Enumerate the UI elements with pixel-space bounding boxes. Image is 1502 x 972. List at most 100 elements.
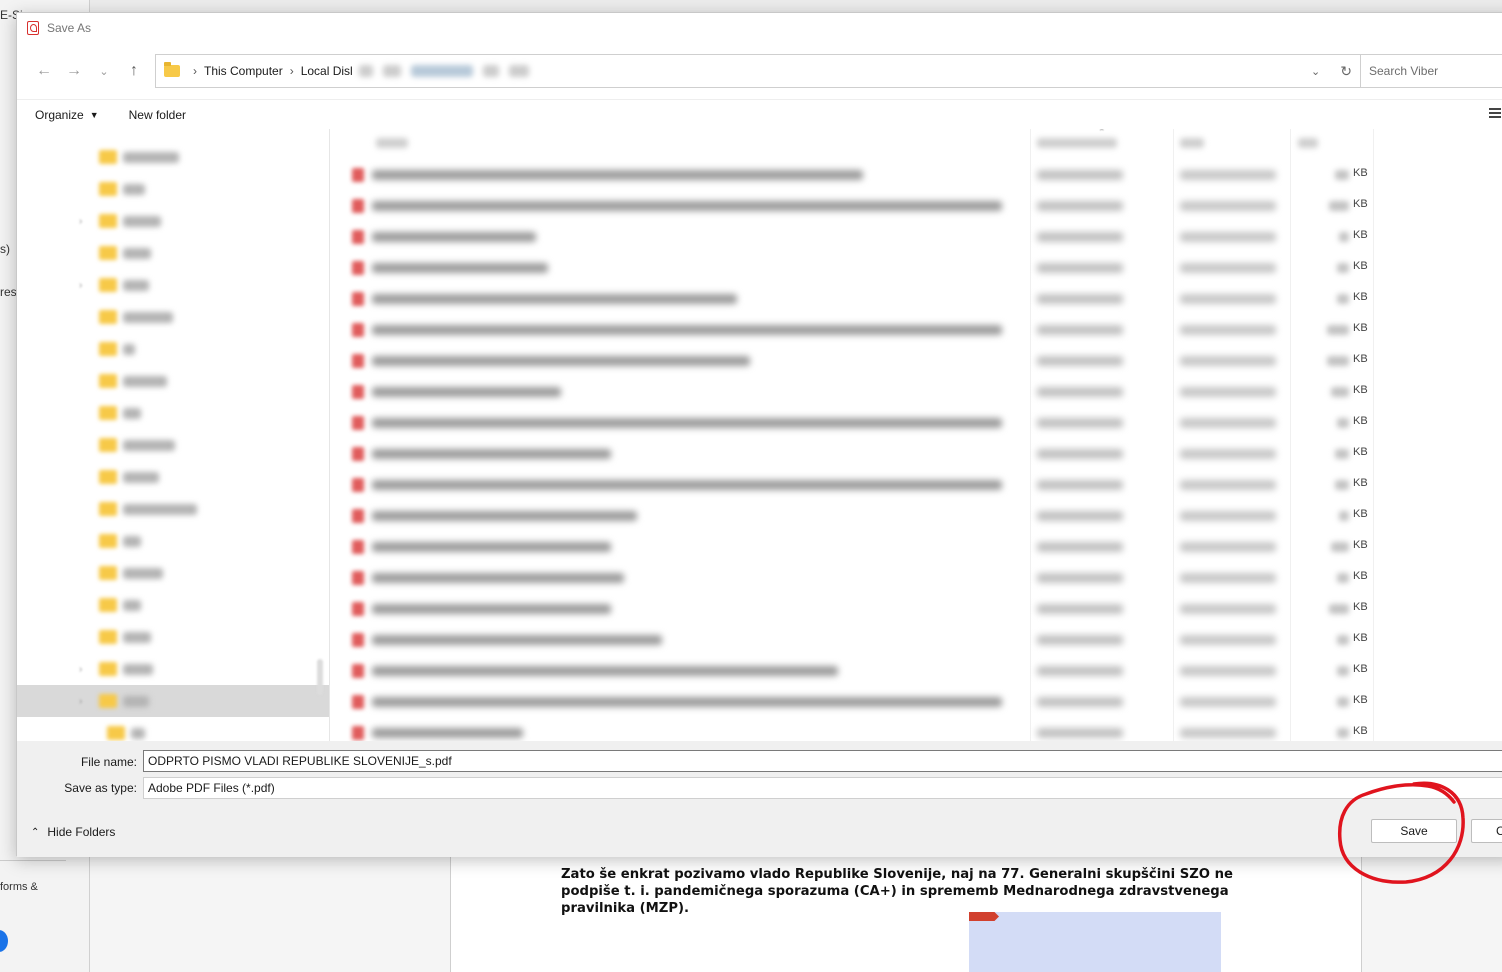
nav-tree-item[interactable]: ›: [17, 205, 329, 237]
pane-resize-handle[interactable]: [317, 659, 323, 695]
nav-tree-label: [123, 631, 151, 643]
dialog-titlebar[interactable]: Save As: [17, 13, 1502, 43]
nav-tree-item[interactable]: [17, 173, 329, 205]
column-header-name[interactable]: [376, 138, 408, 148]
blurred-crumb[interactable]: [508, 65, 529, 77]
up-arrow-icon[interactable]: ↑: [119, 56, 149, 86]
organize-button[interactable]: Organize ▼: [35, 108, 99, 122]
back-arrow-icon[interactable]: ←: [29, 56, 59, 86]
file-row[interactable]: KB: [330, 469, 1502, 500]
file-row[interactable]: KB: [330, 221, 1502, 252]
nav-tree-label: [123, 695, 149, 707]
blurred-crumb[interactable]: [482, 65, 499, 77]
background-panel-text[interactable]: forms &: [0, 881, 38, 893]
nav-tree-item[interactable]: ›: [17, 269, 329, 301]
file-size-unit: KB: [1353, 353, 1368, 365]
nav-tree-item[interactable]: [17, 141, 329, 173]
file-size-unit: KB: [1353, 632, 1368, 644]
file-type: [1180, 263, 1276, 273]
nav-tree-item[interactable]: [17, 461, 329, 493]
save-as-type-select[interactable]: Adobe PDF Files (*.pdf): [143, 777, 1502, 799]
file-row[interactable]: KB: [330, 624, 1502, 655]
cancel-button[interactable]: C: [1471, 819, 1502, 843]
file-size-unit: KB: [1353, 601, 1368, 613]
file-row[interactable]: KB: [330, 283, 1502, 314]
file-row[interactable]: KB: [330, 252, 1502, 283]
dialog-title: Save As: [47, 21, 92, 35]
file-row[interactable]: KB: [330, 562, 1502, 593]
nav-tree-item[interactable]: [17, 397, 329, 429]
column-header-size[interactable]: [1298, 138, 1318, 148]
blurred-crumb[interactable]: [358, 65, 373, 77]
folder-icon: [107, 726, 125, 740]
file-row[interactable]: KB: [330, 345, 1502, 376]
breadcrumb-local-disk[interactable]: Local Disl: [301, 64, 353, 78]
nav-tree-item[interactable]: [17, 525, 329, 557]
nav-tree-item[interactable]: ›: [17, 653, 329, 685]
navigation-pane[interactable]: › › › ›: [17, 129, 329, 741]
document-paragraph: Zato še enkrat pozivamo vlado Republike …: [561, 867, 1233, 916]
file-list[interactable]: ⌃ KB KB KB KB KB KB KB KB KB KB KB KB KB KB KB KB KB KB KB: [330, 129, 1502, 741]
forward-arrow-icon[interactable]: →: [59, 56, 89, 86]
nav-tree-item[interactable]: [17, 493, 329, 525]
tree-expand-chevron-icon[interactable]: ›: [79, 216, 82, 227]
file-row[interactable]: KB: [330, 655, 1502, 686]
hide-folders-label: Hide Folders: [47, 825, 116, 839]
nav-tree-item[interactable]: [17, 365, 329, 397]
file-type: [1180, 542, 1276, 552]
search-box[interactable]: [1360, 54, 1502, 88]
tree-expand-chevron-icon[interactable]: ›: [79, 664, 82, 675]
file-row[interactable]: KB: [330, 531, 1502, 562]
save-as-dialog: Save As ← → ⌄ ↑ › This Computer › Local …: [16, 12, 1502, 857]
nav-tree-item[interactable]: [17, 429, 329, 461]
blurred-crumb[interactable]: [410, 65, 473, 77]
file-row[interactable]: KB: [330, 190, 1502, 221]
nav-tree-item[interactable]: [17, 557, 329, 589]
hide-folders-button[interactable]: ⌃ Hide Folders: [31, 825, 115, 839]
column-header-date-modified[interactable]: [1037, 138, 1117, 148]
file-row[interactable]: KB: [330, 500, 1502, 531]
nav-tree-label: [123, 311, 173, 323]
pdf-file-icon: [352, 540, 364, 554]
blurred-crumb[interactable]: [382, 65, 401, 77]
tree-expand-chevron-icon[interactable]: ›: [79, 696, 82, 707]
view-options-icon[interactable]: [1489, 108, 1501, 118]
file-name: [372, 480, 1002, 490]
file-name: [372, 542, 611, 552]
file-date: [1037, 728, 1123, 738]
tree-expand-chevron-icon[interactable]: ›: [79, 280, 82, 291]
nav-tree-label: [131, 727, 145, 739]
file-row[interactable]: KB: [330, 407, 1502, 438]
filename-input[interactable]: [143, 750, 1502, 772]
search-input[interactable]: [1369, 64, 1502, 78]
file-name: [372, 604, 611, 614]
nav-tree-item[interactable]: [17, 621, 329, 653]
address-bar[interactable]: › This Computer › Local Disl ⌄ ↻: [155, 54, 1365, 88]
file-row[interactable]: KB: [330, 686, 1502, 717]
nav-tree-item[interactable]: [17, 237, 329, 269]
file-row[interactable]: KB: [330, 314, 1502, 345]
file-row[interactable]: KB: [330, 717, 1502, 741]
file-row[interactable]: KB: [330, 159, 1502, 190]
pdf-file-icon: [352, 416, 364, 430]
nav-tree-item[interactable]: ›: [17, 685, 329, 717]
file-type: [1180, 728, 1276, 738]
file-row[interactable]: KB: [330, 593, 1502, 624]
nav-tree-item[interactable]: [17, 717, 329, 741]
column-header-type[interactable]: [1180, 138, 1204, 148]
breadcrumb-this-computer[interactable]: This Computer: [204, 64, 283, 78]
nav-tree-item[interactable]: [17, 301, 329, 333]
nav-tree-item[interactable]: [17, 589, 329, 621]
save-button[interactable]: Save: [1371, 819, 1457, 843]
nav-tree-item[interactable]: [17, 333, 329, 365]
pdf-file-icon: [352, 726, 364, 740]
file-size: [1337, 666, 1349, 676]
refresh-icon[interactable]: ↻: [1340, 63, 1352, 80]
folder-icon: [99, 374, 117, 388]
folder-icon: [99, 630, 117, 644]
new-folder-button[interactable]: New folder: [129, 108, 186, 122]
file-row[interactable]: KB: [330, 376, 1502, 407]
file-row[interactable]: KB: [330, 438, 1502, 469]
address-history-chevron-icon[interactable]: ⌄: [1311, 65, 1320, 78]
recent-locations-chevron-icon[interactable]: ⌄: [89, 56, 119, 86]
